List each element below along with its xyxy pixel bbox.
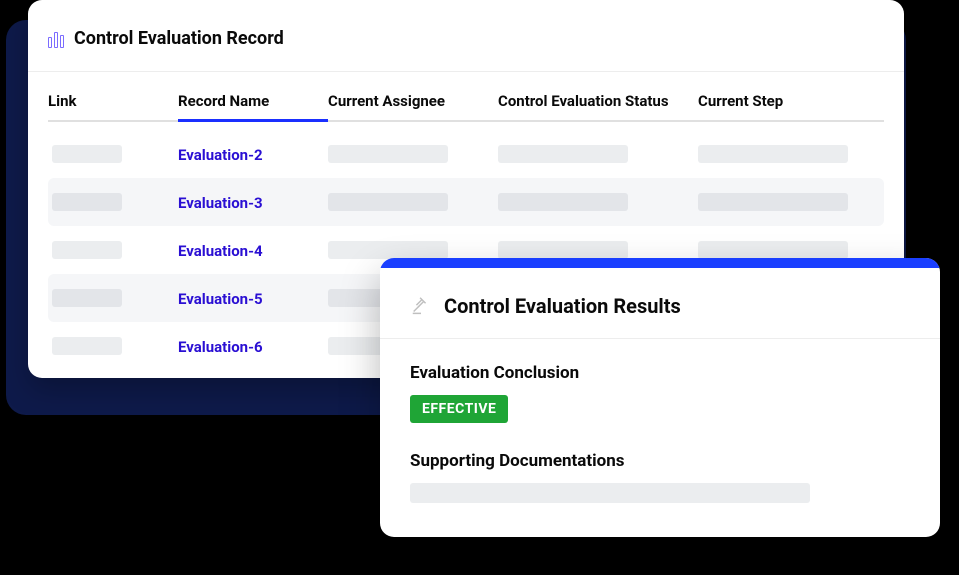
col-record-name[interactable]: Record Name: [178, 92, 328, 122]
placeholder: [52, 289, 122, 307]
cell-record-name: Evaluation-3: [178, 193, 328, 212]
placeholder: [498, 145, 628, 163]
cell-step: [698, 241, 884, 259]
col-step[interactable]: Current Step: [698, 92, 884, 122]
col-assignee[interactable]: Current Assignee: [328, 92, 498, 122]
placeholder: [328, 193, 448, 211]
supporting-doc-placeholder: [410, 483, 810, 503]
table-header-row: Link Record Name Current Assignee Contro…: [48, 72, 884, 122]
cell-record-name: Evaluation-2: [178, 145, 328, 164]
placeholder: [52, 241, 122, 259]
placeholder: [52, 337, 122, 355]
result-title: Control Evaluation Results: [444, 294, 681, 318]
panel-header: Control Evaluation Record: [28, 0, 904, 72]
placeholder: [698, 193, 848, 211]
cell-record-name: Evaluation-4: [178, 241, 328, 260]
placeholder: [52, 193, 122, 211]
cell-record-name: Evaluation-5: [178, 289, 328, 308]
cell-assignee: [328, 145, 498, 163]
cell-link: [48, 289, 178, 307]
conclusion-label: Evaluation Conclusion: [410, 363, 910, 383]
cell-assignee: [328, 241, 498, 259]
supporting-docs-label: Supporting Documentations: [410, 451, 910, 471]
placeholder: [698, 241, 848, 259]
conclusion-badge: EFFECTIVE: [410, 395, 508, 423]
cell-status: [498, 241, 698, 259]
table-row: Evaluation-3: [48, 178, 884, 226]
cell-link: [48, 241, 178, 259]
placeholder: [52, 145, 122, 163]
placeholder: [328, 241, 448, 259]
gavel-icon: [410, 295, 432, 317]
record-name-link[interactable]: Evaluation-6: [178, 338, 263, 356]
result-header: Control Evaluation Results: [380, 268, 940, 339]
record-name-link[interactable]: Evaluation-3: [178, 194, 263, 212]
cell-record-name: Evaluation-6: [178, 337, 328, 356]
evaluation-results-card: Control Evaluation Results Evaluation Co…: [380, 258, 940, 537]
cell-link: [48, 145, 178, 163]
placeholder: [498, 241, 628, 259]
cell-link: [48, 193, 178, 211]
result-accent-bar: [380, 258, 940, 268]
col-link[interactable]: Link: [48, 92, 178, 122]
cell-status: [498, 193, 698, 211]
placeholder: [498, 193, 628, 211]
panel-title: Control Evaluation Record: [74, 28, 284, 49]
bar-chart-icon: [48, 30, 64, 48]
record-name-link[interactable]: Evaluation-5: [178, 290, 263, 308]
placeholder: [328, 145, 448, 163]
cell-status: [498, 145, 698, 163]
record-name-link[interactable]: Evaluation-2: [178, 146, 263, 164]
cell-step: [698, 145, 884, 163]
record-name-link[interactable]: Evaluation-4: [178, 242, 263, 260]
placeholder: [698, 145, 848, 163]
cell-step: [698, 193, 884, 211]
cell-assignee: [328, 193, 498, 211]
col-status[interactable]: Control Evaluation Status: [498, 92, 698, 122]
result-body: Evaluation Conclusion EFFECTIVE Supporti…: [380, 339, 940, 537]
cell-link: [48, 337, 178, 355]
table-row: Evaluation-2: [48, 130, 884, 178]
